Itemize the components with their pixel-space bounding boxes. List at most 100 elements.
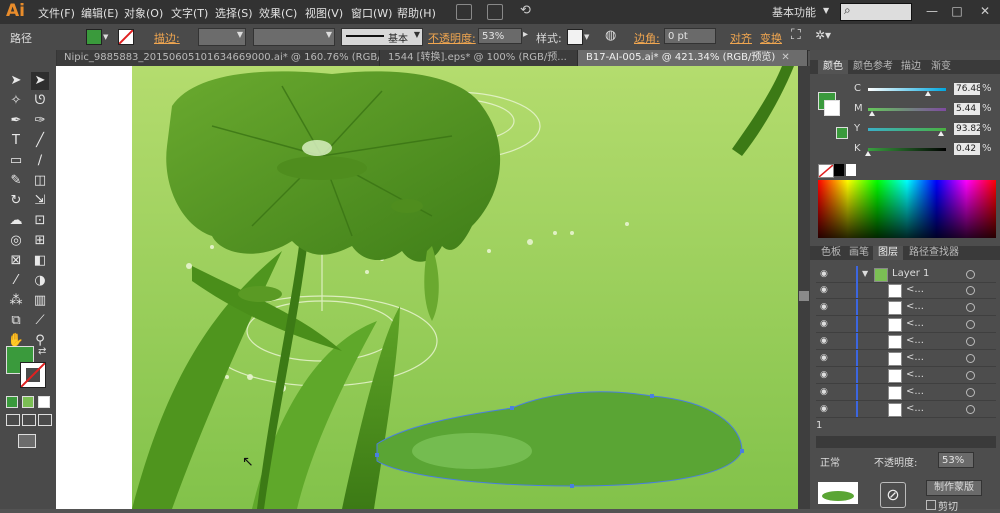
sublayer-name[interactable]: <... [906,301,924,312]
visibility-eye-icon[interactable]: ◉ [820,285,832,295]
leaf-water-drop[interactable] [277,156,367,180]
channel-slider[interactable] [868,88,946,91]
rotate-tool-icon[interactable]: ↻ [7,192,25,210]
perspective-grid-tool-icon[interactable]: ⊞ [31,232,49,250]
magic-wand-tool-icon[interactable]: ✧ [7,92,25,110]
slider-knob[interactable] [869,111,876,116]
sublayer-row[interactable]: ◉ <... [816,384,996,401]
sublayer-name[interactable]: <... [906,369,924,380]
color-spectrum[interactable] [818,180,996,238]
tab-document-2[interactable]: 1544 [转换].eps* @ 100% (RGB/预... [380,50,578,66]
target-circle-icon[interactable] [966,405,975,414]
tab-brushes[interactable]: 画笔 [844,246,874,260]
sublayer-name[interactable]: <... [906,352,924,363]
eraser-tool-icon[interactable]: ◫ [31,172,49,190]
close-tab-icon[interactable]: ✕ [781,52,789,63]
grass-water-drop[interactable] [238,286,282,302]
channel-value-input[interactable]: 76.48 [954,83,980,95]
visibility-eye-icon[interactable]: ◉ [820,353,832,363]
stroke-swatch[interactable] [118,29,134,45]
fill-dropdown-icon[interactable]: ▼ [103,33,108,41]
search-field[interactable]: ⌕ [840,3,912,21]
target-circle-icon[interactable] [966,286,975,295]
channel-value-input[interactable]: 5.44 [954,103,980,115]
visibility-eye-icon[interactable]: ◉ [820,302,832,312]
menu-window[interactable]: 窗口(W) [351,5,392,21]
stroke-weight-dropdown[interactable]: ▼ [198,28,246,46]
swap-colors-icon[interactable]: ⇄ [38,346,46,357]
maximize-button[interactable]: □ [950,5,964,17]
tab-color[interactable]: 颜色 [818,60,848,74]
draw-inside-icon[interactable] [38,414,52,426]
lasso-tool-icon[interactable]: ᘎ [31,92,49,110]
target-circle-icon[interactable] [966,303,975,312]
transform-button[interactable]: 变换 [760,30,782,46]
color-mode-icon[interactable] [6,396,18,408]
tab-color-guide[interactable]: 颜色参考 [848,60,898,74]
free-transform-tool-icon[interactable]: ⊡ [31,212,49,230]
tab-swatches[interactable]: 色板 [816,246,846,260]
black-swatch[interactable] [834,164,844,176]
target-circle-icon[interactable] [966,388,975,397]
target-circle-icon[interactable] [966,270,975,279]
sublayer-row[interactable]: ◉ <... [816,401,996,418]
sublayer-row[interactable]: ◉ <... [816,316,996,333]
opacity-label[interactable]: 不透明度: [428,30,476,46]
visibility-eye-icon[interactable]: ◉ [820,404,832,414]
close-window-button[interactable]: ✕ [978,5,992,17]
style-swatch[interactable] [567,29,583,45]
gpu-performance-icon[interactable]: ⟲ [520,3,531,18]
menu-effect[interactable]: 效果(C) [259,5,297,21]
none-color-icon[interactable] [818,164,834,178]
channel-slider[interactable] [868,108,946,111]
corner-label[interactable]: 边角: [634,30,660,46]
shape-builder-tool-icon[interactable]: ◎ [7,232,25,250]
isolate-icon[interactable]: ⛶ [791,27,801,43]
sublayer-name[interactable]: <... [906,386,924,397]
corner-input[interactable]: 0 pt [664,28,716,44]
selection-tool-icon[interactable]: ➤ [7,72,25,90]
visibility-eye-icon[interactable]: ◉ [820,370,832,380]
tab-gradient[interactable]: 渐变 [926,60,956,74]
layer-name[interactable]: Layer 1 [892,268,929,279]
direct-selection-tool-icon[interactable]: ➤ [31,72,49,90]
recolor-icon[interactable]: ◍ [605,28,616,43]
artboard-tool-icon[interactable]: ⧉ [7,312,25,330]
symbol-sprayer-tool-icon[interactable]: ⁂ [7,292,25,310]
menu-view[interactable]: 视图(V) [305,5,343,21]
artboard[interactable] [132,66,798,509]
minimize-button[interactable]: — [925,5,939,17]
mask-thumbnail[interactable] [818,482,858,504]
tab-stroke[interactable]: 描边 [896,60,926,74]
line-tool-icon[interactable]: ╱ [31,132,49,150]
vertical-scrollbar[interactable] [798,66,810,509]
tab-pathfinder[interactable]: 路径查找器 [904,246,964,260]
style-dropdown-icon[interactable]: ▼ [584,33,589,41]
menu-select[interactable]: 选择(S) [215,5,253,21]
slider-knob[interactable] [924,91,931,96]
fill-swatch[interactable] [86,29,102,45]
gradient-mode-icon[interactable] [22,396,34,408]
rectangle-tool-icon[interactable]: ▭ [7,152,25,170]
align-button[interactable]: 对齐 [730,30,752,46]
blend-mode-dropdown[interactable]: 正常 [820,454,840,469]
draw-behind-icon[interactable] [22,414,36,426]
document-canvas[interactable]: ↖ [56,66,798,509]
sublayer-row[interactable]: ◉ <... [816,367,996,384]
visibility-eye-icon[interactable]: ◉ [820,387,832,397]
slice-tool-icon[interactable]: ⟋ [31,312,49,330]
stroke-label[interactable]: 描边: [154,30,180,46]
target-circle-icon[interactable] [966,371,975,380]
sublayer-name[interactable]: <... [906,318,924,329]
blend-tool-icon[interactable]: ◑ [31,272,49,290]
stroke-color-box[interactable] [20,362,46,388]
menu-object[interactable]: 对象(O) [124,5,163,21]
menu-file[interactable]: 文件(F) [38,5,75,21]
out-of-gamut-swatch[interactable] [836,127,848,139]
menu-help[interactable]: 帮助(H) [397,5,436,21]
channel-value-input[interactable]: 93.82 [954,123,980,135]
layer-row[interactable]: ◉ ▼ Layer 1 [816,266,996,283]
workspace-chevron-icon[interactable]: ▼ [823,6,829,15]
scale-tool-icon[interactable]: ⇲ [31,192,49,210]
pencil-tool-icon[interactable]: ✎ [7,172,25,190]
